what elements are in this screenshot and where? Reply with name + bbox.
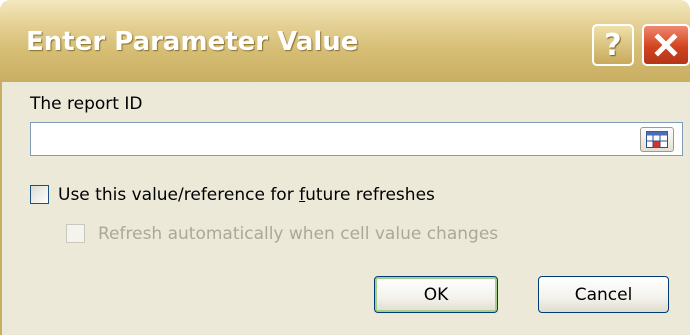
ok-button-label: OK — [423, 284, 449, 305]
auto-refresh-label: Refresh automatically when cell value ch… — [98, 224, 499, 244]
close-icon — [654, 33, 678, 57]
range-selector-icon — [646, 131, 668, 148]
close-button[interactable] — [642, 24, 690, 66]
future-refresh-label-end: uture refreshes — [305, 185, 435, 205]
ok-button[interactable]: OK — [374, 276, 498, 313]
range-selector-button[interactable] — [640, 127, 674, 152]
cancel-button-label: Cancel — [574, 284, 633, 305]
dialog-title: Enter Parameter Value — [26, 27, 359, 57]
future-refresh-checkbox[interactable] — [30, 185, 49, 204]
parameter-dialog: Enter Parameter Value ? The report ID Us… — [0, 0, 690, 335]
help-button[interactable]: ? — [592, 24, 634, 66]
future-refresh-label[interactable]: Use this value/reference for future refr… — [58, 185, 435, 205]
future-refresh-label-start: Use this value/reference for — [58, 185, 300, 205]
title-bar[interactable]: Enter Parameter Value ? — [0, 0, 690, 82]
auto-refresh-checkbox — [66, 224, 85, 243]
parameter-value-input[interactable] — [30, 122, 683, 156]
cancel-button[interactable]: Cancel — [538, 276, 669, 313]
parameter-prompt-label: The report ID — [30, 94, 143, 114]
help-icon: ? — [604, 27, 622, 63]
